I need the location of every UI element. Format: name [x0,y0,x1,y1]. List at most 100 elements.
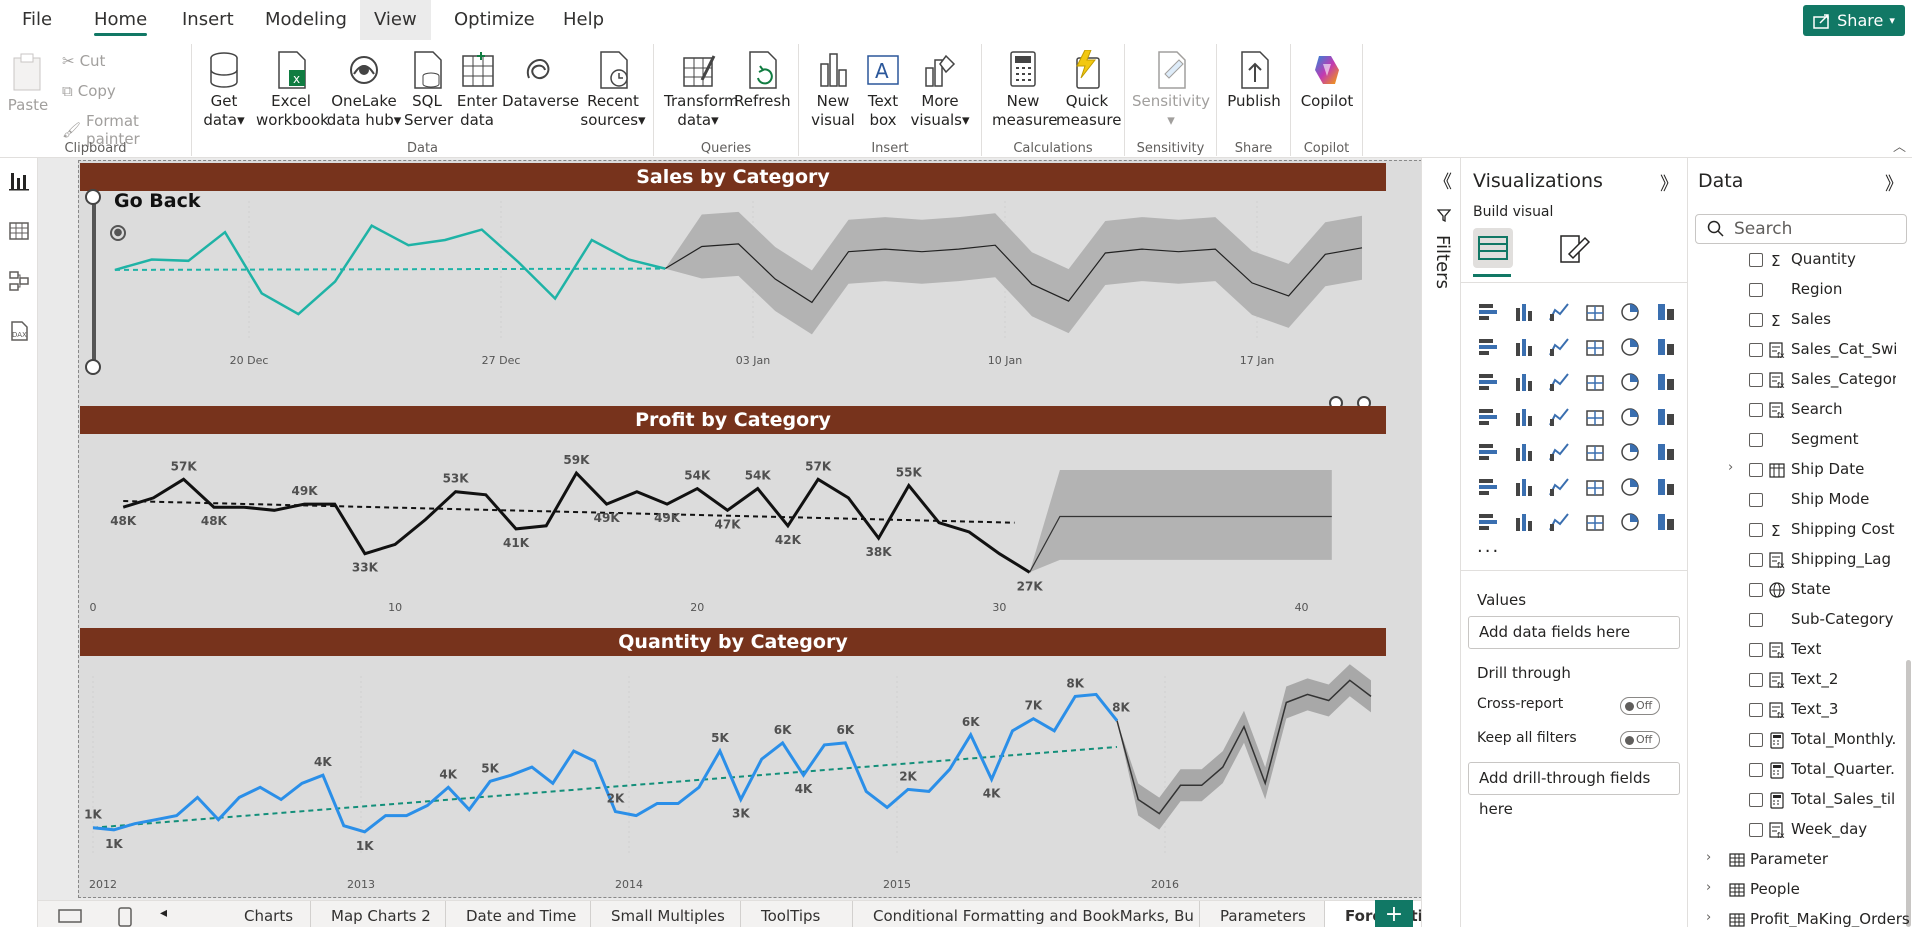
metrics-icon[interactable] [1654,475,1678,499]
waterfall-icon[interactable] [1476,370,1500,394]
chevron-right-icon[interactable]: › [1706,880,1711,895]
field-row[interactable]: Σ Shipping Cost [1688,515,1898,545]
text-box-button[interactable]: A Text box [861,50,905,130]
filled-map-icon[interactable] [1512,405,1536,429]
onelake-data-hub-button[interactable]: OneLake data hub▾ [326,50,402,130]
field-row[interactable]: Segment [1688,425,1898,455]
excel-workbook-button[interactable]: x Excel workbook [256,50,329,130]
menu-help[interactable]: Help [549,0,618,40]
model-view-icon[interactable] [8,270,30,292]
field-row[interactable]: Total_Sales_till... [1688,785,1898,815]
field-checkbox[interactable] [1749,283,1763,297]
field-checkbox[interactable] [1749,343,1763,357]
100-stacked-column-icon[interactable] [1654,300,1678,324]
field-row[interactable]: › Ship Date [1688,455,1898,485]
more-visuals-button[interactable]: More visuals▾ [907,50,973,130]
drill-through-drop-zone[interactable]: Add drill-through fields here [1468,762,1680,818]
funnel-icon[interactable] [1512,370,1536,394]
field-row[interactable]: Sub-Category [1688,605,1898,635]
tab-conditional-formatting[interactable]: Conditional Formatting and BookMarks, Bu [853,901,1200,927]
chevron-right-icon[interactable]: › [1706,910,1711,925]
field-checkbox[interactable] [1749,433,1763,447]
chevron-right-icon[interactable]: › [1706,850,1711,865]
data-pane-scrollbar[interactable] [1906,660,1911,927]
power-automate-icon[interactable] [1512,510,1536,534]
tab-small-multiples[interactable]: Small Multiples [591,901,741,927]
r-visual-icon[interactable] [1618,440,1642,464]
line-column-icon[interactable] [1618,335,1642,359]
keep-all-filters-toggle[interactable]: Off [1620,731,1660,749]
field-checkbox[interactable] [1749,493,1763,507]
field-checkbox[interactable] [1749,793,1763,807]
stacked-column-icon[interactable] [1512,300,1536,324]
menu-optimize[interactable]: Optimize [440,0,549,40]
sensitivity-button[interactable]: Sensitivity ▾ [1131,50,1211,130]
card-icon[interactable] [1618,405,1642,429]
table-row[interactable]: › Profit_MaKing_Orders [1688,905,1910,927]
field-row[interactable]: Σ Quantity [1688,245,1898,275]
field-row[interactable]: Σ Sales [1688,305,1898,335]
mobile-layout-icon[interactable] [118,907,132,927]
field-row[interactable]: State [1688,575,1898,605]
collapse-data-icon[interactable]: 》 [1885,170,1903,196]
field-row[interactable]: Ship Mode [1688,485,1898,515]
chevron-icon[interactable] [1618,510,1642,534]
field-row[interactable]: Total_Monthly... [1688,725,1898,755]
tab-scroll-left-icon[interactable]: ◂ [160,905,167,921]
diamond-icon[interactable] [1583,510,1607,534]
new-visual-button[interactable]: New visual [807,50,859,130]
field-checkbox[interactable] [1749,613,1763,627]
field-row[interactable]: fx Text_3 [1688,695,1898,725]
format-visual-icon[interactable] [1557,232,1591,266]
paste-button[interactable]: Paste [6,50,50,115]
field-checkbox[interactable] [1749,673,1763,687]
narrative-icon[interactable] [1583,475,1607,499]
field-checkbox[interactable] [1749,763,1763,777]
matrix-icon[interactable] [1583,440,1607,464]
field-row[interactable]: fx Sales_Cat_Swit [1688,335,1898,365]
sql-server-button[interactable]: SQL Server [404,50,453,130]
table-row[interactable]: › Parameter [1688,845,1898,875]
refresh-button[interactable]: Refresh [734,50,791,111]
paginated-report-icon[interactable] [1618,475,1642,499]
collapse-visualizations-icon[interactable]: 》 [1660,170,1678,196]
qa-icon[interactable] [1547,475,1571,499]
field-row[interactable]: fx Text [1688,635,1898,665]
quick-measure-button[interactable]: Quick measure [1056,50,1121,130]
report-view-icon[interactable] [8,170,30,192]
clustered-column-icon[interactable] [1583,300,1607,324]
field-row[interactable]: Total_Quarter... [1688,755,1898,785]
get-data-button[interactable]: Get data▾ [202,50,246,130]
map-icon[interactable] [1476,405,1500,429]
field-row[interactable]: fx Text_2 [1688,665,1898,695]
stacked-bar-icon[interactable] [1476,300,1500,324]
treemap-icon[interactable] [1654,370,1678,394]
tab-parameters[interactable]: Parameters [1200,901,1325,927]
expand-filters-icon[interactable]: 《 [1434,168,1452,194]
values-drop-zone[interactable]: Add data fields here [1468,616,1680,649]
field-checkbox[interactable] [1749,703,1763,717]
azure-map-icon[interactable] [1547,405,1571,429]
line-clustered-column-icon[interactable] [1654,335,1678,359]
menu-home[interactable]: Home [80,0,161,40]
share-button[interactable]: Share ▾ [1803,5,1905,36]
field-row[interactable]: fx Search [1688,395,1898,425]
build-visual-tab[interactable] [1473,228,1513,268]
field-checkbox[interactable] [1749,373,1763,387]
line-chart-icon[interactable] [1476,335,1500,359]
key-influencers-icon[interactable] [1476,475,1500,499]
add-page-button[interactable]: + [1375,900,1413,927]
recent-sources-button[interactable]: Recent sources▾ [580,50,646,130]
multi-row-card-icon[interactable] [1654,405,1678,429]
chevron-right-icon[interactable]: › [1728,460,1733,475]
table-icon[interactable] [1547,440,1571,464]
cross-report-toggle[interactable]: Off [1620,697,1660,715]
filters-label[interactable]: Filters [1432,235,1453,289]
field-checkbox[interactable] [1749,313,1763,327]
tab-tooltips[interactable]: ToolTips [741,901,853,927]
field-row[interactable]: fx Shipping_Lag [1688,545,1898,575]
field-row[interactable]: Region [1688,275,1898,305]
field-checkbox[interactable] [1749,823,1763,837]
bar-chart-icon[interactable] [1654,510,1678,534]
more-visuals-ellipsis[interactable]: ... [1477,536,1500,557]
